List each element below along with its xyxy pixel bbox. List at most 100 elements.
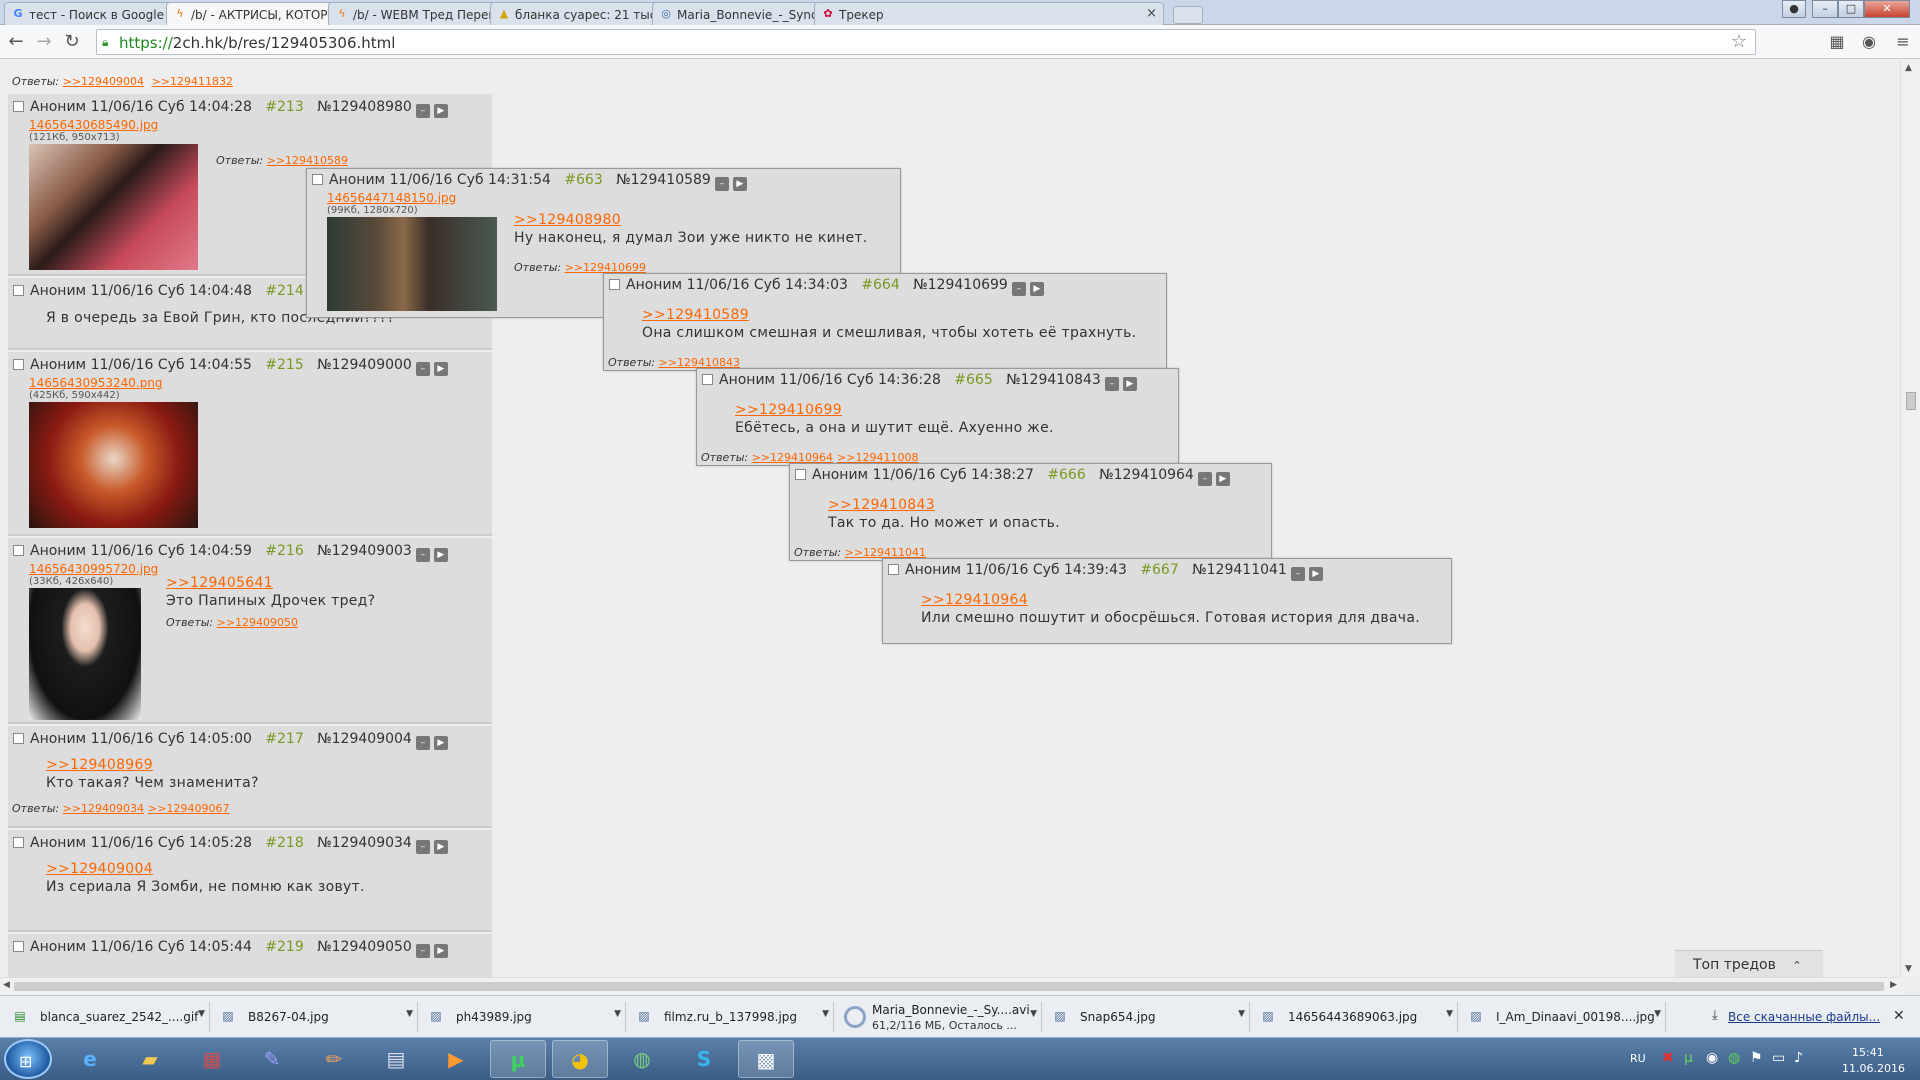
post-menu-icon[interactable]: ▶ — [732, 177, 747, 191]
post-checkbox[interactable] — [888, 564, 899, 575]
media-player-icon[interactable]: ▶ — [428, 1040, 484, 1078]
reply-link[interactable]: >>129409050 — [217, 616, 298, 629]
utorrent-icon[interactable]: µ — [490, 1040, 546, 1078]
download-item[interactable]: ▨ filmz.ru_b_137998.jpg ▼ — [632, 1002, 834, 1032]
chevron-down-icon[interactable]: ▼ — [822, 1009, 829, 1019]
minimize-button[interactable]: – — [1812, 0, 1838, 18]
menu-icon[interactable]: ≡ — [1892, 32, 1914, 52]
chevron-down-icon[interactable]: ▼ — [1654, 1009, 1661, 1019]
download-item[interactable]: ▨ Snap654.jpg ▼ — [1048, 1002, 1250, 1032]
hide-post-icon[interactable]: – — [415, 548, 430, 562]
scroll-down-icon[interactable]: ▼ — [1905, 964, 1912, 974]
post-menu-icon[interactable]: ▶ — [433, 736, 448, 750]
file-explorer-icon[interactable]: ▰ — [122, 1040, 178, 1078]
start-button[interactable]: ⊞ — [4, 1039, 52, 1079]
post-checkbox[interactable] — [13, 101, 24, 112]
download-item-in-progress[interactable]: Maria_Bonnevie_-_Sy....avi 61,2/116 МБ, … — [840, 1002, 1042, 1032]
hide-post-icon[interactable]: – — [415, 104, 430, 118]
close-icon[interactable]: ✕ — [1893, 1008, 1905, 1024]
quote-link[interactable]: >>129405641 — [166, 575, 375, 591]
post-menu-icon[interactable]: ▶ — [1308, 567, 1323, 581]
file-name-link[interactable]: 14656430685490.jpg — [29, 118, 158, 132]
monitor-tray-icon[interactable]: ▭ — [1772, 1050, 1785, 1066]
forward-button[interactable]: → — [34, 32, 54, 52]
quote-link[interactable]: >>129410964 — [921, 592, 1420, 608]
address-bar[interactable]: 🔒︎ https://2ch.hk/b/res/129405306.html ☆ — [96, 29, 1756, 55]
download-item[interactable]: ▤ blanca_suarez_2542_....gif ▼ — [8, 1002, 210, 1032]
hide-post-icon[interactable]: – — [1011, 282, 1026, 296]
hide-post-icon[interactable]: – — [714, 177, 729, 191]
post-checkbox[interactable] — [795, 469, 806, 480]
scroll-right-icon[interactable]: ▶ — [1890, 980, 1897, 990]
hide-post-icon[interactable]: – — [1290, 567, 1305, 581]
file-name-link[interactable]: 14656447148150.jpg — [327, 191, 456, 205]
top-threads-widget[interactable]: Топ тредов ⌃ ↻ — [1675, 950, 1823, 988]
download-item[interactable]: ▨ 14656443689063.jpg ▼ — [1256, 1002, 1458, 1032]
scroll-up-icon[interactable]: ▲ — [1905, 63, 1912, 73]
post-image-thumbnail[interactable] — [29, 588, 141, 720]
utorrent-tray-icon[interactable]: µ — [1684, 1050, 1693, 1066]
maximize-button[interactable]: □ — [1838, 0, 1864, 18]
close-window-button[interactable]: ✕ — [1864, 0, 1910, 18]
post-menu-icon[interactable]: ▶ — [433, 548, 448, 562]
internet-explorer-icon[interactable]: e — [62, 1040, 118, 1078]
download-item[interactable]: ▨ B8267-04.jpg ▼ — [216, 1002, 418, 1032]
chevron-down-icon[interactable]: ▼ — [1446, 1009, 1453, 1019]
hide-post-icon[interactable]: – — [415, 362, 430, 376]
video-player-icon[interactable]: ▩ — [738, 1040, 794, 1078]
network-tray-icon[interactable]: ◉ — [1706, 1050, 1718, 1066]
clock-date[interactable]: 11.06.2016 — [1842, 1062, 1905, 1075]
file-name-link[interactable]: 14656430953240.png — [29, 376, 163, 390]
clock-time[interactable]: 15:41 — [1852, 1046, 1884, 1059]
horizontal-scrollbar[interactable]: ◀ ▶ — [0, 977, 1900, 994]
reply-link[interactable]: >>129409004 — [63, 75, 144, 88]
post-menu-icon[interactable]: ▶ — [433, 840, 448, 854]
post-checkbox[interactable] — [13, 285, 24, 296]
post-menu-icon[interactable]: ▶ — [433, 944, 448, 958]
post-menu-icon[interactable]: ▶ — [1122, 377, 1137, 391]
volume-icon[interactable]: ♪ — [1794, 1050, 1803, 1066]
quote-link[interactable]: >>129410843 — [828, 497, 1060, 513]
post-image-thumbnail[interactable] — [29, 402, 198, 528]
notepad-plus-icon[interactable]: ✎ — [244, 1040, 300, 1078]
chevron-up-icon[interactable]: ⌃ — [1792, 959, 1801, 972]
post-checkbox[interactable] — [609, 279, 620, 290]
quote-link[interactable]: >>129410699 — [735, 402, 1054, 418]
shield-tray-icon[interactable]: ◍ — [1728, 1050, 1740, 1066]
show-all-downloads-link[interactable]: Все скачанные файлы... — [1728, 1010, 1880, 1024]
hide-post-icon[interactable]: – — [415, 736, 430, 750]
chrome-icon[interactable]: ◕ — [552, 1040, 608, 1078]
scrollbar-thumb[interactable] — [14, 982, 1884, 991]
bookmark-star-icon[interactable]: ☆ — [1731, 31, 1747, 52]
chevron-down-icon[interactable]: ▼ — [614, 1009, 621, 1019]
post-checkbox[interactable] — [13, 941, 24, 952]
hide-post-icon[interactable]: – — [415, 840, 430, 854]
download-item[interactable]: ▨ I_Am_Dinaavi_00198....jpg ▼ — [1464, 1002, 1666, 1032]
post-checkbox[interactable] — [702, 374, 713, 385]
file-name-link[interactable]: 14656430995720.jpg — [29, 562, 158, 576]
language-indicator[interactable]: RU — [1630, 1052, 1646, 1065]
tab-tracker[interactable]: ✿ Трекер × — [814, 2, 1164, 25]
close-icon[interactable]: × — [1146, 7, 1157, 20]
hide-post-icon[interactable]: – — [415, 944, 430, 958]
chevron-down-icon[interactable]: ▼ — [406, 1009, 413, 1019]
chevron-down-icon[interactable]: ▼ — [1238, 1009, 1245, 1019]
user-profile-icon[interactable]: ● — [1782, 0, 1806, 18]
post-image-thumbnail[interactable] — [29, 144, 198, 270]
chevron-down-icon[interactable]: ▼ — [1030, 1009, 1037, 1019]
calculator-icon[interactable]: ▤ — [368, 1040, 424, 1078]
back-button[interactable]: ← — [6, 32, 26, 52]
reply-link[interactable]: >>129409067 — [148, 802, 229, 815]
reload-button[interactable]: ↻ — [62, 32, 82, 52]
paint-icon[interactable]: ✏ — [306, 1040, 362, 1078]
post-checkbox[interactable] — [13, 733, 24, 744]
reply-link[interactable]: >>129409034 — [63, 802, 144, 815]
vpn-extension-icon[interactable]: ◉ — [1858, 32, 1880, 52]
post-checkbox[interactable] — [13, 837, 24, 848]
chevron-down-icon[interactable]: ▼ — [198, 1009, 205, 1019]
post-menu-icon[interactable]: ▶ — [1215, 472, 1230, 486]
post-menu-icon[interactable]: ▶ — [433, 362, 448, 376]
post-checkbox[interactable] — [312, 174, 323, 185]
download-item[interactable]: ▨ ph43989.jpg ▼ — [424, 1002, 626, 1032]
skype-icon[interactable]: S — [676, 1040, 732, 1078]
